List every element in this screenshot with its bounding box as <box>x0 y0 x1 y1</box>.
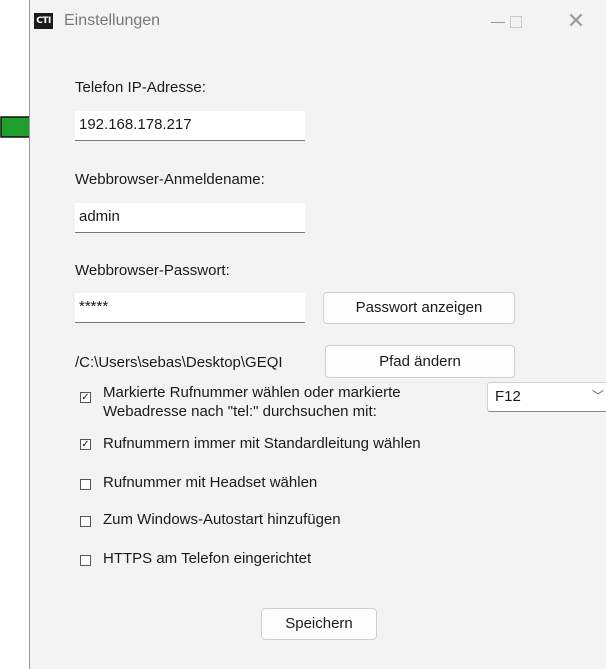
username-label: Webbrowser-Anmeldename: <box>75 171 265 188</box>
standard-line-checkbox[interactable]: ✓ <box>80 439 91 450</box>
password-input[interactable]: ***** <box>75 293 305 323</box>
close-button[interactable]: ✕ <box>561 10 591 34</box>
standard-line-label: Rufnummern immer mit Standardleitung wäh… <box>103 435 421 452</box>
ip-address-input[interactable]: 192.168.178.217 <box>75 111 305 141</box>
dial-selection-label: Markierte Rufnummer wählen oder markiert… <box>103 384 401 420</box>
app-icon: CTI <box>34 13 53 29</box>
hotkey-value: F12 <box>495 388 521 405</box>
path-text: /C:\Users\sebas\Desktop\GEQI <box>75 354 283 371</box>
dial-selection-checkbox[interactable]: ✓ <box>80 392 91 403</box>
hotkey-select[interactable]: F12 ﹀ <box>487 382 606 412</box>
show-password-button[interactable]: Passwort anzeigen <box>323 292 515 324</box>
https-checkbox[interactable] <box>80 555 91 566</box>
chevron-down-icon: ﹀ <box>591 389 604 403</box>
save-button[interactable]: Speichern <box>261 608 377 640</box>
username-input[interactable]: admin <box>75 203 305 233</box>
password-label: Webbrowser-Passwort: <box>75 262 230 279</box>
autostart-label: Zum Windows-Autostart hinzufügen <box>103 511 341 528</box>
headset-label: Rufnummer mit Headset wählen <box>103 474 318 491</box>
https-label: HTTPS am Telefon eingerichtet <box>103 550 312 567</box>
headset-checkbox[interactable] <box>80 479 91 490</box>
window-title: Einstellungen <box>64 12 161 29</box>
autostart-checkbox[interactable] <box>80 516 91 527</box>
settings-window: CTI Einstellungen ✕ Telefon IP-Adresse: … <box>29 0 606 669</box>
maximize-button[interactable] <box>500 10 530 34</box>
ip-address-label: Telefon IP-Adresse: <box>75 79 206 96</box>
change-path-button[interactable]: Pfad ändern <box>325 345 515 378</box>
title-bar: CTI Einstellungen ✕ <box>30 0 606 44</box>
